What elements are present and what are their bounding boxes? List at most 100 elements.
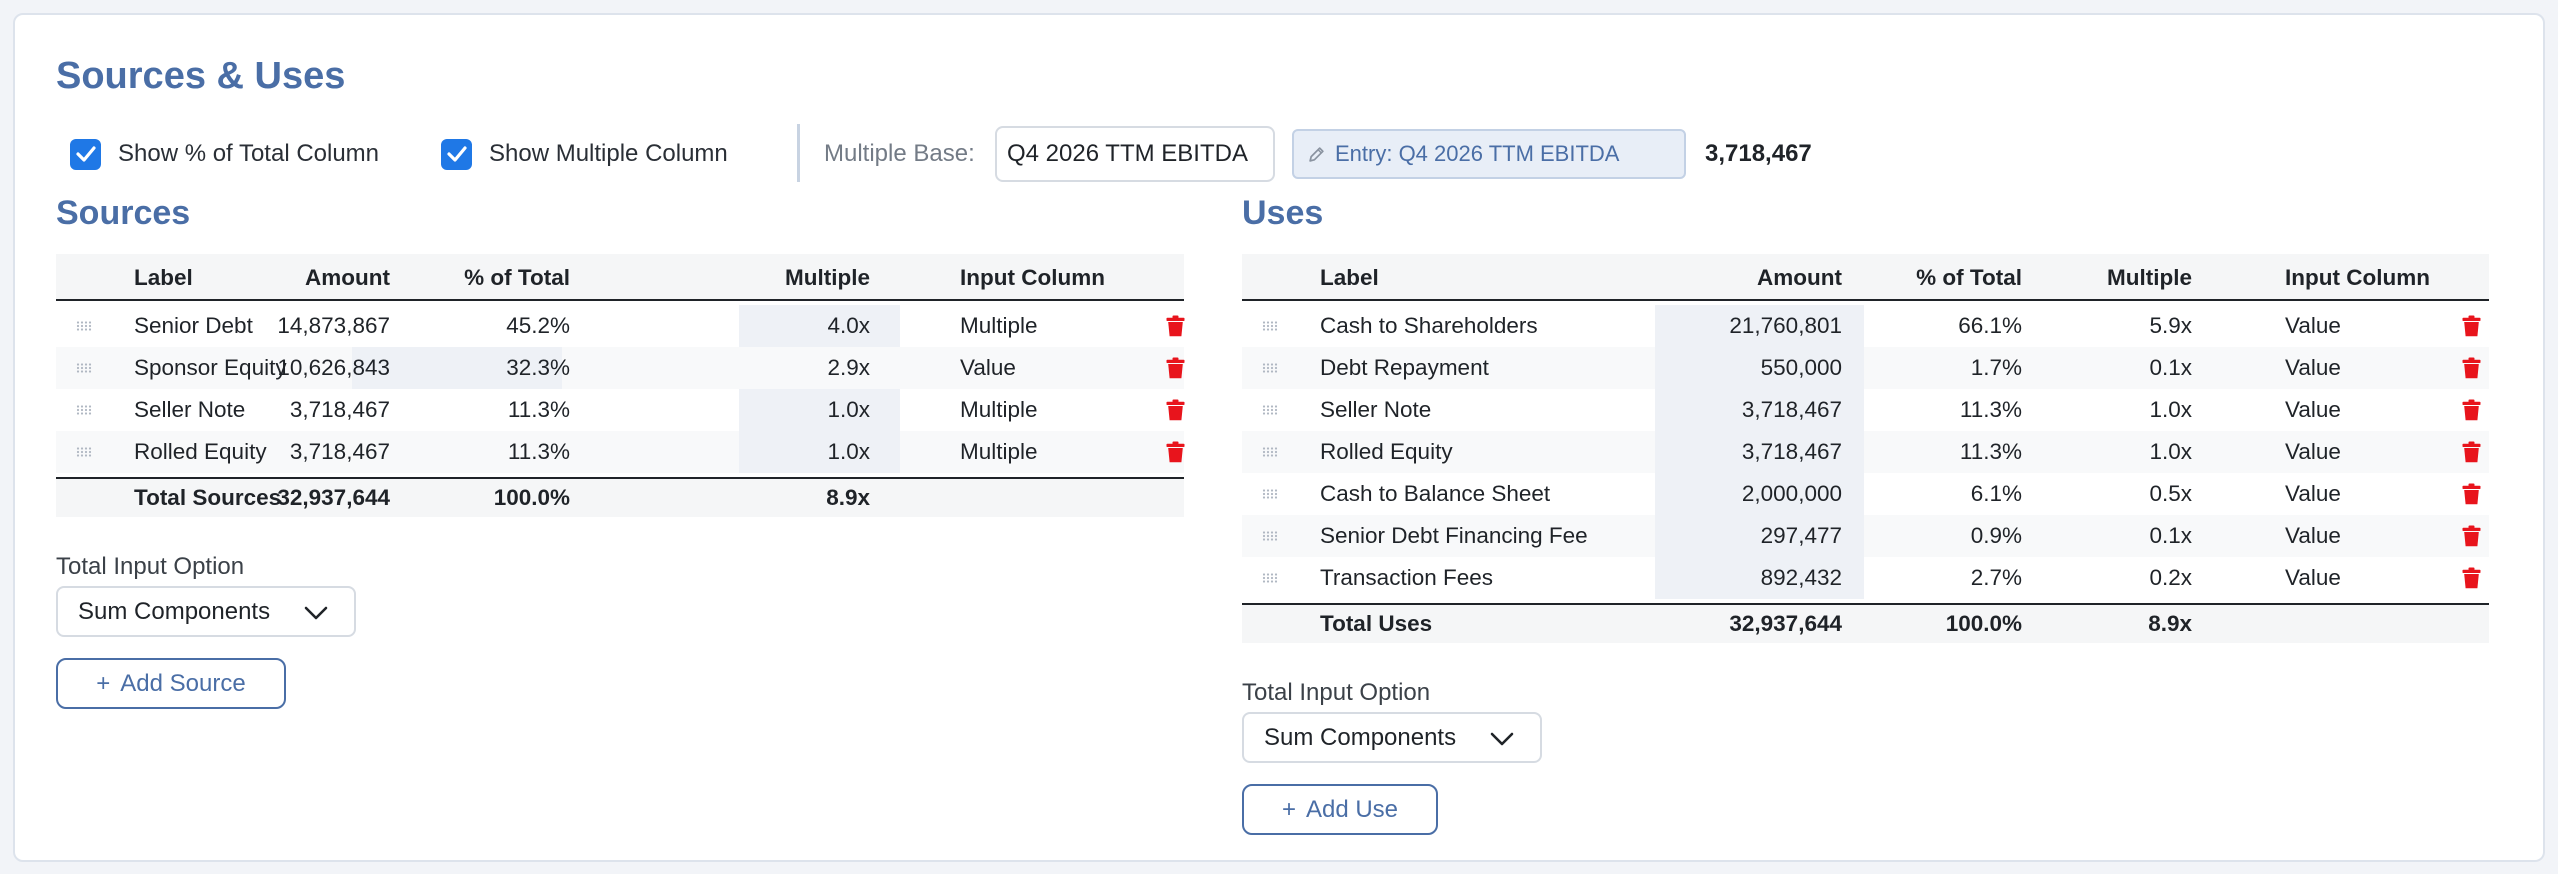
trash-icon[interactable] — [2462, 441, 2481, 463]
drag-handle-icon[interactable] — [1262, 405, 1278, 415]
drag-handle[interactable] — [76, 347, 92, 389]
row-input-column[interactable]: Multiple — [960, 389, 1038, 431]
drag-handle[interactable] — [76, 305, 92, 347]
row-amount[interactable]: 10,626,843 — [277, 347, 390, 389]
delete-row-button[interactable] — [1166, 305, 1185, 347]
row-label[interactable]: Senior Debt — [134, 305, 253, 347]
row-amount[interactable]: 892,432 — [1761, 557, 1842, 599]
show-multiple-toggle[interactable]: Show Multiple Column — [441, 120, 728, 188]
row-label[interactable]: Senior Debt Financing Fee — [1320, 515, 1588, 557]
row-multiple[interactable]: 1.0x — [2149, 431, 2192, 473]
row-amount[interactable]: 21,760,801 — [1729, 305, 1842, 347]
row-label[interactable]: Cash to Balance Sheet — [1320, 473, 1550, 515]
multiple-cell-highlight — [739, 389, 900, 431]
row-amount[interactable]: 3,718,467 — [1742, 431, 1842, 473]
row-multiple[interactable]: 4.0x — [827, 305, 870, 347]
show-pct-checkbox[interactable] — [70, 138, 101, 170]
trash-icon[interactable] — [2462, 525, 2481, 547]
delete-row-button[interactable] — [2462, 473, 2481, 515]
row-input-column[interactable]: Value — [960, 347, 1016, 389]
drag-handle[interactable] — [76, 431, 92, 473]
delete-row-button[interactable] — [2462, 557, 2481, 599]
drag-handle[interactable] — [1262, 557, 1278, 599]
trash-icon[interactable] — [2462, 399, 2481, 421]
trash-icon[interactable] — [1166, 315, 1185, 337]
trash-icon[interactable] — [1166, 441, 1185, 463]
row-multiple[interactable]: 0.1x — [2149, 515, 2192, 557]
row-multiple[interactable]: 2.9x — [827, 347, 870, 389]
row-multiple[interactable]: 0.2x — [2149, 557, 2192, 599]
row-input-column[interactable]: Value — [2285, 515, 2341, 557]
row-multiple[interactable]: 1.0x — [827, 431, 870, 473]
delete-row-button[interactable] — [2462, 347, 2481, 389]
add-use-button[interactable]: + Add Use — [1242, 784, 1438, 835]
row-multiple[interactable]: 0.5x — [2149, 473, 2192, 515]
drag-handle[interactable] — [1262, 305, 1278, 347]
uses-total-input-select[interactable]: Sum Components — [1242, 712, 1542, 763]
drag-handle-icon[interactable] — [1262, 573, 1278, 583]
row-input-column[interactable]: Value — [2285, 557, 2341, 599]
drag-handle-icon[interactable] — [1262, 531, 1278, 541]
row-multiple[interactable]: 1.0x — [2149, 389, 2192, 431]
drag-handle-icon[interactable] — [76, 447, 92, 457]
trash-icon[interactable] — [2462, 483, 2481, 505]
drag-handle-icon[interactable] — [76, 363, 92, 373]
row-label[interactable]: Seller Note — [1320, 389, 1431, 431]
row-input-column[interactable]: Value — [2285, 305, 2341, 347]
delete-row-button[interactable] — [1166, 431, 1185, 473]
row-label[interactable]: Sponsor Equity — [134, 347, 287, 389]
row-multiple[interactable]: 0.1x — [2149, 347, 2192, 389]
row-label[interactable]: Rolled Equity — [1320, 431, 1453, 473]
drag-handle-icon[interactable] — [1262, 489, 1278, 499]
trash-icon[interactable] — [1166, 399, 1185, 421]
drag-handle-icon[interactable] — [76, 321, 92, 331]
row-amount[interactable]: 550,000 — [1761, 347, 1842, 389]
row-multiple[interactable]: 5.9x — [2149, 305, 2192, 347]
row-label[interactable]: Rolled Equity — [134, 431, 267, 473]
delete-row-button[interactable] — [1166, 347, 1185, 389]
row-amount[interactable]: 297,477 — [1761, 515, 1842, 557]
drag-handle-icon[interactable] — [76, 405, 92, 415]
multiple-base-input[interactable] — [995, 126, 1275, 182]
drag-handle[interactable] — [1262, 515, 1278, 557]
row-input-column[interactable]: Multiple — [960, 431, 1038, 473]
delete-row-button[interactable] — [2462, 515, 2481, 557]
drag-handle[interactable] — [1262, 389, 1278, 431]
row-amount[interactable]: 3,718,467 — [290, 431, 390, 473]
trash-icon[interactable] — [1166, 357, 1185, 379]
row-input-column[interactable]: Value — [2285, 347, 2341, 389]
column-header-multiple: Multiple — [785, 264, 870, 290]
row-label[interactable]: Cash to Shareholders — [1320, 305, 1538, 347]
row-amount[interactable]: 3,718,467 — [290, 389, 390, 431]
drag-handle-icon[interactable] — [1262, 363, 1278, 373]
drag-handle[interactable] — [1262, 431, 1278, 473]
show-multiple-checkbox[interactable] — [441, 138, 472, 170]
delete-row-button[interactable] — [2462, 389, 2481, 431]
trash-icon[interactable] — [2462, 315, 2481, 337]
row-input-column[interactable]: Value — [2285, 473, 2341, 515]
sources-total-input-select[interactable]: Sum Components — [56, 586, 356, 637]
row-amount[interactable]: 2,000,000 — [1742, 473, 1842, 515]
drag-handle[interactable] — [76, 389, 92, 431]
row-input-column[interactable]: Value — [2285, 431, 2341, 473]
row-input-column[interactable]: Value — [2285, 389, 2341, 431]
trash-icon[interactable] — [2462, 357, 2481, 379]
row-input-column[interactable]: Multiple — [960, 305, 1038, 347]
drag-handle[interactable] — [1262, 473, 1278, 515]
row-amount[interactable]: 14,873,867 — [277, 305, 390, 347]
delete-row-button[interactable] — [2462, 431, 2481, 473]
row-multiple[interactable]: 1.0x — [827, 389, 870, 431]
row-label[interactable]: Seller Note — [134, 389, 245, 431]
drag-handle-icon[interactable] — [1262, 321, 1278, 331]
row-label[interactable]: Debt Repayment — [1320, 347, 1489, 389]
add-source-button[interactable]: + Add Source — [56, 658, 286, 709]
row-amount[interactable]: 3,718,467 — [1742, 389, 1842, 431]
drag-handle[interactable] — [1262, 347, 1278, 389]
delete-row-button[interactable] — [1166, 389, 1185, 431]
drag-handle-icon[interactable] — [1262, 447, 1278, 457]
show-pct-toggle[interactable]: Show % of Total Column — [70, 120, 379, 188]
row-label[interactable]: Transaction Fees — [1320, 557, 1493, 599]
entry-badge[interactable]: Entry: Q4 2026 TTM EBITDA — [1292, 129, 1686, 179]
trash-icon[interactable] — [2462, 567, 2481, 589]
delete-row-button[interactable] — [2462, 305, 2481, 347]
